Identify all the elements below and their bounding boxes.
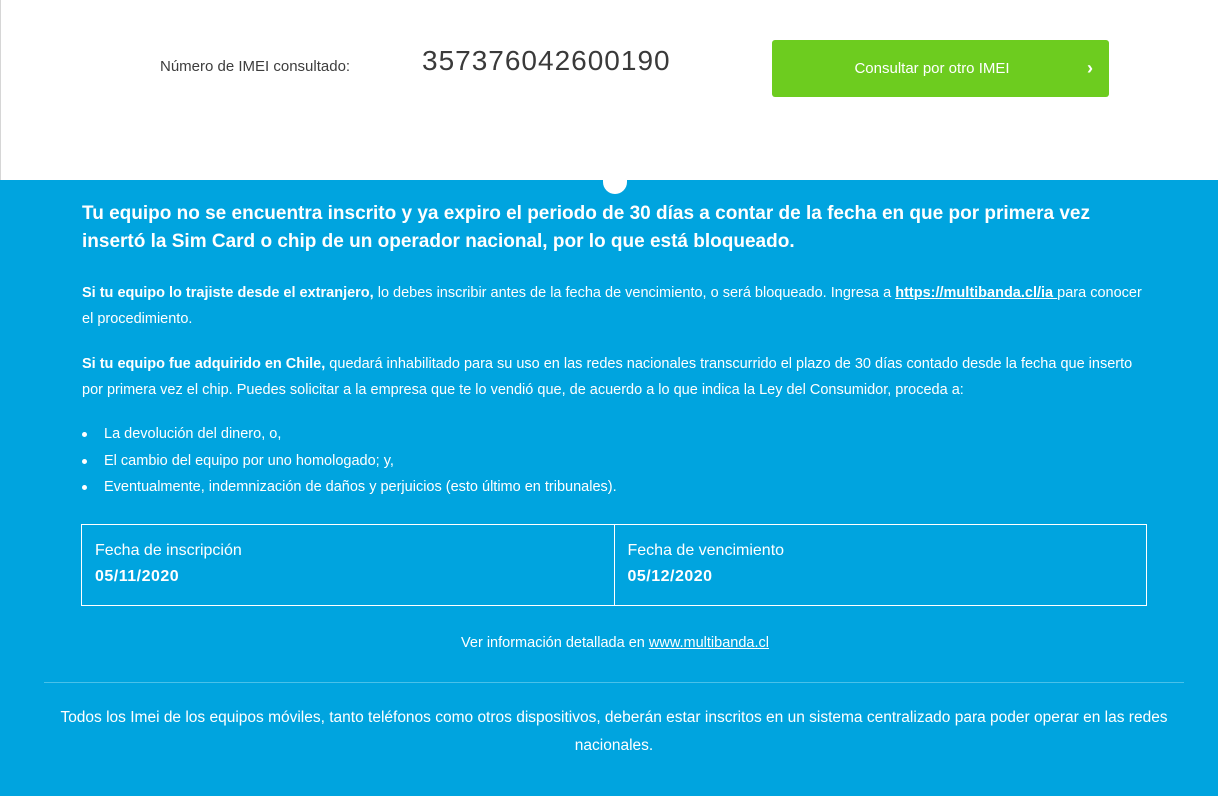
registration-date-label: Fecha de inscripción bbox=[95, 542, 242, 559]
registration-date-value: 05/11/2020 bbox=[95, 568, 180, 585]
blocked-status-headline: Tu equipo no se encuentra inscrito y ya … bbox=[82, 203, 1090, 252]
foreign-device-text: lo debes inscribir antes de la fecha de … bbox=[373, 285, 896, 301]
chevron-right-icon: › bbox=[1087, 58, 1093, 78]
dates-table: Fecha de inscripción 05/11/2020 Fecha de… bbox=[81, 524, 1147, 606]
more-info-line: Ver información detallada en www.multiba… bbox=[0, 635, 1218, 651]
chile-device-paragraph: Si tu equipo fue adquirido en Chile, que… bbox=[82, 351, 1152, 403]
pointer-notch bbox=[603, 178, 627, 194]
chile-device-lead: Si tu equipo fue adquirido en Chile, bbox=[82, 356, 326, 372]
more-info-text: Ver información detallada en bbox=[461, 635, 649, 651]
foreign-device-paragraph: Si tu equipo lo trajiste desde el extran… bbox=[82, 280, 1152, 332]
imei-header: Número de IMEI consultado: 3573760426001… bbox=[0, 0, 1218, 180]
list-item: La devolución del dinero, o, bbox=[82, 421, 617, 448]
query-other-imei-button[interactable]: Consultar por otro IMEI › bbox=[772, 40, 1109, 97]
imei-value: 357376042600190 bbox=[422, 45, 671, 76]
imei-label: Número de IMEI consultado: bbox=[160, 58, 351, 75]
list-item: El cambio del equipo por uno homologado;… bbox=[82, 448, 617, 475]
expiry-date-label: Fecha de vencimiento bbox=[627, 542, 785, 559]
query-other-imei-button-label: Consultar por otro IMEI bbox=[854, 60, 1010, 77]
registration-date-cell: Fecha de inscripción 05/11/2020 bbox=[82, 525, 614, 605]
expiry-date-value: 05/12/2020 bbox=[627, 568, 713, 585]
result-panel: Tu equipo no se encuentra inscrito y ya … bbox=[0, 178, 1218, 796]
foreign-device-lead: Si tu equipo lo trajiste desde el extran… bbox=[82, 285, 374, 301]
expiry-date-cell: Fecha de vencimiento 05/12/2020 bbox=[613, 525, 1147, 605]
list-item: Eventualmente, indemnización de daños y … bbox=[82, 474, 617, 501]
multibanda-ia-link[interactable]: https://multibanda.cl/ia bbox=[895, 285, 1057, 301]
divider bbox=[44, 682, 1184, 683]
consumer-options-list: La devolución del dinero, o, El cambio d… bbox=[82, 421, 617, 501]
multibanda-link[interactable]: www.multibanda.cl bbox=[649, 635, 769, 651]
footer-note: Todos los Imei de los equipos móviles, t… bbox=[60, 709, 1168, 754]
